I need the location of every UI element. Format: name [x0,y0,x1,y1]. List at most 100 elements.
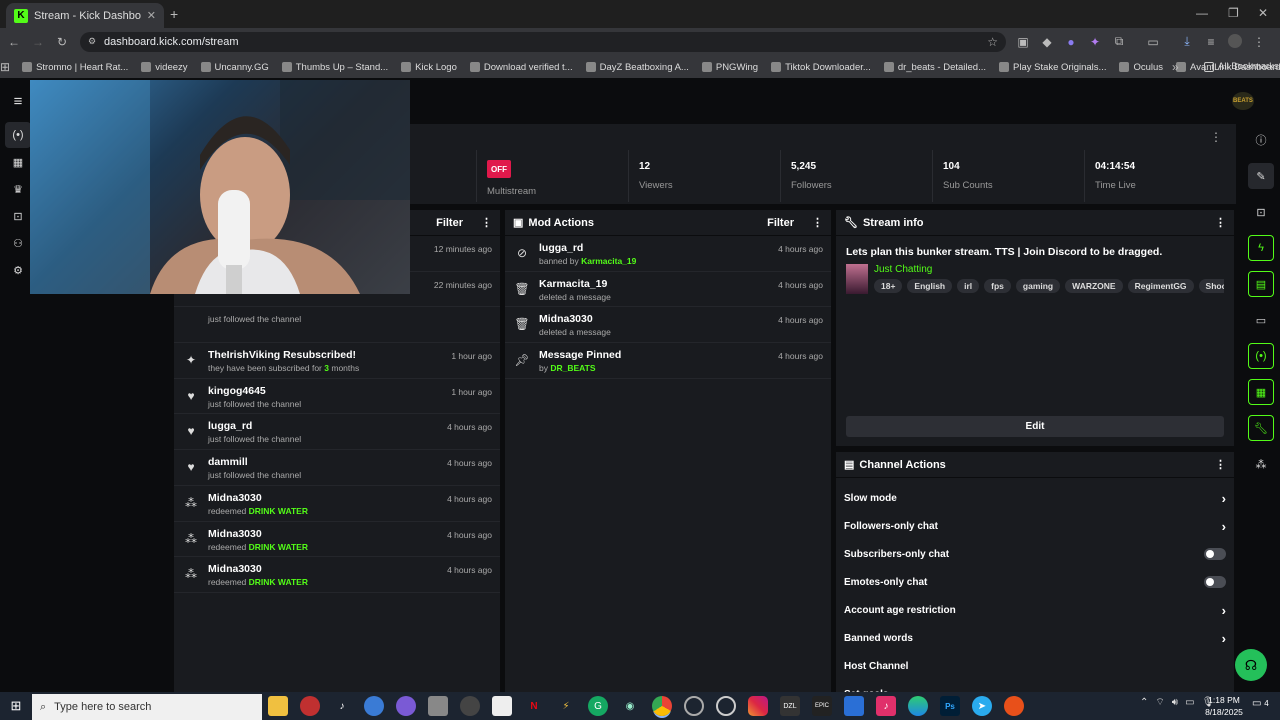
bookmark-item[interactable]: videezy [141,62,188,73]
row-username[interactable]: Midna3030 [208,563,308,576]
row-username[interactable]: Message Pinned [539,349,621,362]
bookmark-item[interactable]: DayZ Beatboxing A... [585,62,689,73]
clock[interactable]: 1:18 PM 8/18/2025 [1200,694,1248,718]
mod-more-icon[interactable]: ⋮ [812,216,823,229]
edit-pencil-icon[interactable]: ✎ [1248,163,1274,189]
channel-action-account-age-restriction[interactable]: Account age restriction › [836,596,1234,624]
menu-dots-icon[interactable]: ⋮ [1252,34,1266,49]
app-icon[interactable] [684,696,704,716]
quick-action-icon[interactable]: ϟ [1248,235,1274,261]
support-chat-button[interactable]: ☊ [1235,649,1267,681]
activity-row[interactable]: ♥ dammill just followed the channel 4 hours… [174,450,500,486]
site-info-icon[interactable]: ⚙ [88,36,96,47]
community-icon[interactable]: ⚇ [5,230,31,256]
restore-icon[interactable]: ❐ [1228,6,1239,20]
bookmark-item[interactable]: Thumbs Up – Stand... [281,62,388,73]
profile-avatar-icon[interactable] [1228,34,1242,48]
stream-tag[interactable]: English [907,279,953,293]
row-username[interactable]: Midna3030 [539,313,611,326]
row-username[interactable]: dammill [208,456,301,469]
url-bar[interactable]: ⚙ dashboard.kick.com/stream ☆ [80,32,1006,52]
settings-icon[interactable]: ⚙ [5,257,31,283]
sidebar-icon[interactable]: ▭ [1146,34,1160,49]
stream-tag[interactable]: fps [984,279,1011,293]
activity-row[interactable]: ✦ TheIrishViking Resubscribed! they have b… [174,343,500,379]
chat-icon[interactable]: ▭ [1248,307,1274,333]
minimize-icon[interactable]: — [1196,6,1208,20]
stream-info-more-icon[interactable]: ⋮ [1215,216,1226,229]
bookmark-item[interactable]: PNGWing [701,62,758,73]
apps-grid-icon[interactable]: ⊞ [0,60,10,74]
reload-icon[interactable]: ↻ [57,35,67,49]
tray-chevron-icon[interactable]: ⌃ [1140,697,1148,708]
media-icon[interactable]: ≡ [1204,34,1218,49]
close-tab-icon[interactable]: ✕ [147,9,156,22]
channel-action-followers-only-chat[interactable]: Followers-only chat › [836,512,1234,540]
volume-icon[interactable]: 🔊︎ [1172,697,1178,708]
instagram-icon[interactable] [748,696,768,716]
bookmark-item[interactable]: Play Stake Originals... [999,62,1106,73]
app-icon[interactable] [1004,696,1024,716]
mod-filter-button[interactable]: Filter [767,217,794,229]
extension-icon[interactable]: ● [1064,34,1078,49]
bookmark-item[interactable]: Download verified t... [469,62,573,73]
channel-action-host-channel[interactable]: Host Channel [836,652,1234,680]
layout-icon[interactable]: ▦ [1248,379,1274,405]
stats-more-icon[interactable]: ⋮ [1210,130,1222,144]
row-username[interactable]: Midna3030 [208,492,308,505]
back-icon[interactable]: ← [8,35,20,49]
row-username[interactable]: Karmacita_19 [539,278,611,291]
activity-row[interactable]: just followed the channel [174,307,500,344]
toggle-switch[interactable] [1204,548,1226,560]
activity-filter-button[interactable]: Filter [436,217,463,229]
stream-tag[interactable]: RegimentGG [1127,279,1194,293]
tiktok-icon[interactable]: ♪ [332,696,352,716]
wifi-icon[interactable]: ⌔ [1155,696,1164,709]
stream-tag[interactable]: gaming [1015,279,1061,293]
trophy-icon[interactable]: ♛ [5,176,31,202]
taskbar-search[interactable]: ⌕ Type here to search [32,694,262,720]
toggle-switch[interactable] [1204,576,1226,588]
mod-row[interactable]: 📌︎ Message Pinned by DR_BEATS 4 hours ago [505,343,831,379]
edge-icon[interactable] [908,696,928,716]
app-icon[interactable]: ⚡︎ [556,696,576,716]
rewards-icon[interactable]: ⁂ [1248,451,1274,477]
bookmark-item[interactable]: Uncanny.GG [200,62,269,73]
tools-icon[interactable]: 🔧︎ [1248,415,1274,441]
app-icon[interactable] [844,696,864,716]
close-window-icon[interactable]: ✕ [1258,6,1268,20]
bookmark-star-icon[interactable]: ☆ [987,35,998,49]
activity-row[interactable]: ⁂ Midna3030 redeemed DRINK WATER 4 hours ag… [174,557,500,593]
more-bookmarks-icon[interactable]: » [1172,60,1179,74]
info-icon[interactable]: ⓘ [1248,127,1274,153]
row-username[interactable]: Midna3030 [208,528,308,541]
app-icon[interactable] [300,696,320,716]
activity-row[interactable]: ⁂ Midna3030 redeemed DRINK WATER 4 hours ag… [174,522,500,558]
bookmark-item[interactable]: dr_beats - Detailed... [883,62,986,73]
battery-icon[interactable]: ▭ [1185,697,1194,708]
activity-row[interactable]: ⁂ Midna3030 redeemed DRINK WATER 4 hours ag… [174,486,500,522]
stream-tag[interactable]: WARZONE [1065,279,1123,293]
multistream-stat[interactable]: OFF Multistream [476,150,628,202]
notepad-icon[interactable] [492,696,512,716]
app-icon[interactable] [460,696,480,716]
activity-more-icon[interactable]: ⋮ [481,216,492,229]
moderation-icon[interactable]: ⊡ [5,203,31,229]
extension-icon[interactable]: ▣ [1016,34,1030,49]
extension-icon[interactable]: ◆ [1040,34,1054,49]
category-link[interactable]: Just Chatting [874,264,1224,275]
analytics-icon[interactable]: ▦ [5,149,31,175]
stream-tag[interactable]: Shooter [1198,279,1224,293]
moderation-cam-icon[interactable]: ⊡ [1248,199,1274,225]
stream-tag[interactable]: irl [957,279,980,293]
activity-row[interactable]: ♥ kingog4645 just followed the channel 1 ho… [174,379,500,415]
activity-row[interactable]: ♥ lugga_rd just followed the channel 4 hour… [174,414,500,451]
extension-icon[interactable]: ✦ [1088,34,1102,49]
channel-actions-more-icon[interactable]: ⋮ [1215,458,1226,471]
hamburger-menu-icon[interactable]: ≡ [5,88,31,114]
tiktok-icon[interactable]: ♪ [876,696,896,716]
app-icon[interactable] [396,696,416,716]
row-username[interactable]: lugga_rd [208,420,301,433]
edit-button[interactable]: Edit [846,416,1224,437]
broadcast-icon[interactable]: (•) [1248,343,1274,369]
